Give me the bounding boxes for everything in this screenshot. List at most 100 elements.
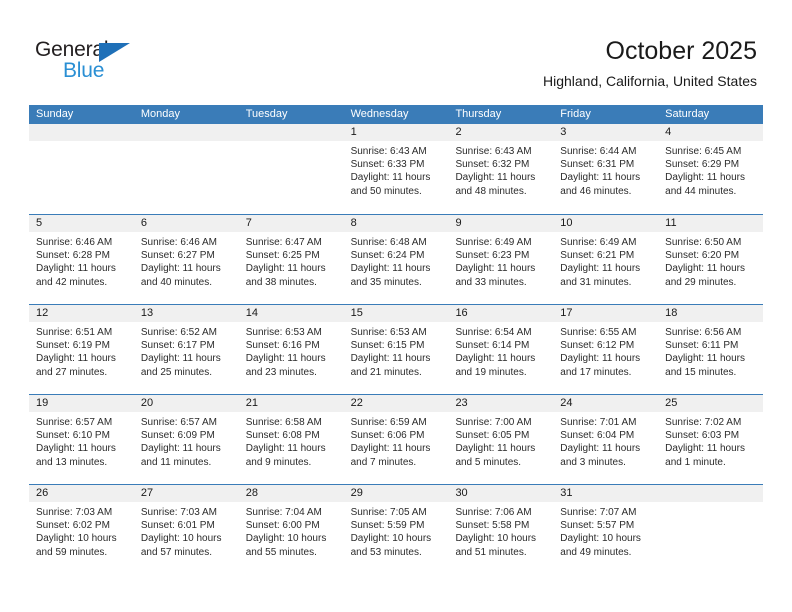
sunrise-text: Sunrise: 7:02 AM [665,417,742,428]
calendar-day-cell[interactable]: 27 Sunrise: 7:03 AM Sunset: 6:01 PM Dayligh… [134,485,239,574]
sunset-text: Sunset: 6:10 PM [36,430,110,442]
calendar-day-cell[interactable]: 6 Sunrise: 6:46 AM Sunset: 6:27 PM Daylight… [134,215,239,304]
daylight-text-line2: and 48 minutes. [455,185,527,197]
daylight-text-line2: and 59 minutes. [36,546,108,558]
calendar-day-cell[interactable]: 19 Sunrise: 6:57 AM Sunset: 6:10 PM Dayligh… [29,395,134,484]
sunset-text: Sunset: 6:21 PM [560,250,635,262]
calendar-day-cell[interactable]: 11 Sunrise: 6:50 AM Sunset: 6:20 PM Dayligh… [658,215,763,304]
sunset-text: Sunset: 6:03 PM [665,430,740,442]
day-details: Sunrise: 7:03 AM Sunset: 6:02 PM Daylight:… [36,506,134,559]
day-details: Sunrise: 6:43 AM Sunset: 6:32 PM Daylight:… [455,145,553,198]
sunrise-text: Sunrise: 7:06 AM [455,507,532,518]
sunset-text: Sunset: 6:27 PM [140,250,215,262]
calendar-day-cell[interactable]: 16 Sunrise: 6:54 AM Sunset: 6:14 PM Dayligh… [448,305,553,394]
sunrise-text: Sunrise: 7:05 AM [350,507,427,518]
day-number: 25 [665,397,678,409]
daylight-text-line1: Daylight: 11 hours [350,263,431,275]
brand-logo[interactable]: General Blue [35,38,175,86]
calendar-day-cell[interactable]: 18 Sunrise: 6:56 AM Sunset: 6:11 PM Dayligh… [658,305,763,394]
sunrise-text: Sunrise: 7:07 AM [560,507,637,518]
weekday-header-tuesday: Tuesday [245,108,288,120]
sunrise-text: Sunrise: 6:51 AM [36,327,113,338]
day-number: 27 [140,487,154,499]
sunrise-text: Sunrise: 6:57 AM [140,417,218,428]
sunset-text: Sunset: 6:09 PM [140,430,215,442]
calendar-day-cell[interactable]: 8 Sunrise: 6:48 AM Sunset: 6:24 PM Daylight… [344,215,449,304]
daylight-text-line1: Daylight: 11 hours [140,443,221,455]
calendar-day-cell[interactable]: 13 Sunrise: 6:52 AM Sunset: 6:17 PM Dayligh… [134,305,239,394]
title-block: October 2025 Highland, California, Unite… [543,36,757,90]
calendar-day-cell[interactable]: 23 Sunrise: 7:00 AM Sunset: 6:05 PM Dayligh… [448,395,553,484]
day-number: 5 [36,217,43,229]
calendar-day-cell[interactable]: 4 Sunrise: 6:45 AM Sunset: 6:29 PM Daylight… [658,124,763,214]
daylight-text-line2: and 40 minutes. [140,276,213,288]
daylight-text-line1: Daylight: 11 hours [140,353,221,365]
calendar-day-cell[interactable]: 9 Sunrise: 6:49 AM Sunset: 6:23 PM Daylight… [448,215,553,304]
day-details: Sunrise: 7:01 AM Sunset: 6:04 PM Daylight:… [560,416,658,469]
calendar-day-cell[interactable]: 26 Sunrise: 7:03 AM Sunset: 6:02 PM Dayligh… [29,485,134,574]
daylight-text-line1: Daylight: 11 hours [455,353,536,365]
calendar-week-cells: 5 Sunrise: 6:46 AM Sunset: 6:28 PM Daylight… [29,215,763,304]
calendar-day-cell[interactable]: 29 Sunrise: 7:05 AM Sunset: 5:59 PM Dayligh… [344,485,449,574]
calendar-day-cell[interactable]: 20 Sunrise: 6:57 AM Sunset: 6:09 PM Dayligh… [134,395,239,484]
day-details: Sunrise: 7:07 AM Sunset: 5:57 PM Daylight:… [560,506,658,559]
sunrise-text: Sunrise: 6:48 AM [350,237,427,248]
sunrise-text: Sunrise: 7:04 AM [245,507,322,518]
sunrise-text: Sunrise: 6:49 AM [560,237,637,248]
day-number: 13 [140,307,154,319]
calendar-day-cell[interactable]: 31 Sunrise: 7:07 AM Sunset: 5:57 PM Dayligh… [553,485,658,574]
calendar-week-row: 12 Sunrise: 6:51 AM Sunset: 6:19 PM Dayligh… [29,304,763,394]
daylight-text-line2: and 9 minutes. [245,456,312,468]
sunrise-text: Sunrise: 6:53 AM [245,327,322,338]
calendar-day-cell[interactable]: 10 Sunrise: 6:49 AM Sunset: 6:21 PM Dayligh… [553,215,658,304]
calendar-day-cell[interactable]: 30 Sunrise: 7:06 AM Sunset: 5:58 PM Dayligh… [448,485,553,574]
sunset-text: Sunset: 5:59 PM [350,520,425,532]
day-number: 28 [245,487,258,499]
daylight-text-line2: and 5 minutes. [455,456,522,468]
sunrise-text: Sunrise: 6:59 AM [350,417,427,428]
calendar-table: Sunday Monday Tuesday Wednesday Thursday… [29,105,763,574]
weekday-header-row: Sunday Monday Tuesday Wednesday Thursday… [29,105,763,124]
sunset-text: Sunset: 6:14 PM [455,340,530,352]
daylight-text-line1: Daylight: 11 hours [560,353,641,365]
daylight-text-line2: and 1 minute. [665,456,726,468]
calendar-day-cell[interactable]: 14 Sunrise: 6:53 AM Sunset: 6:16 PM Dayligh… [239,305,344,394]
calendar-day-cell[interactable]: 3 Sunrise: 6:44 AM Sunset: 6:31 PM Daylight… [553,124,658,214]
calendar-day-cell[interactable]: 22 Sunrise: 6:59 AM Sunset: 6:06 PM Dayligh… [344,395,449,484]
daylight-text-line1: Daylight: 11 hours [560,172,641,184]
daylight-text-line1: Daylight: 10 hours [140,533,222,545]
calendar-day-cell[interactable]: 21 Sunrise: 6:58 AM Sunset: 6:08 PM Dayligh… [239,395,344,484]
calendar-day-cell[interactable]: 17 Sunrise: 6:55 AM Sunset: 6:12 PM Dayligh… [553,305,658,394]
daylight-text-line1: Daylight: 10 hours [36,533,117,545]
calendar-day-cell[interactable]: 7 Sunrise: 6:47 AM Sunset: 6:25 PM Daylight… [239,215,344,304]
daylight-text-line2: and 50 minutes. [350,185,422,197]
calendar-day-cell[interactable]: 2 Sunrise: 6:43 AM Sunset: 6:32 PM Daylight… [448,124,553,214]
sunset-text: Sunset: 6:12 PM [560,340,635,352]
page-title: October 2025 [605,37,758,65]
calendar-day-cell-empty [658,485,763,574]
calendar-day-cell[interactable]: 24 Sunrise: 7:01 AM Sunset: 6:04 PM Dayligh… [553,395,658,484]
weekday-header-saturday: Saturday [665,108,710,120]
day-details: Sunrise: 6:49 AM Sunset: 6:21 PM Daylight:… [560,236,658,289]
day-number: 2 [455,126,462,138]
calendar-day-cell[interactable]: 1 Sunrise: 6:43 AM Sunset: 6:33 PM Daylight… [344,124,449,214]
calendar-day-cell[interactable]: 28 Sunrise: 7:04 AM Sunset: 6:00 PM Dayligh… [239,485,344,574]
daylight-text-line2: and 46 minutes. [560,185,632,197]
day-details: Sunrise: 6:46 AM Sunset: 6:28 PM Daylight:… [36,236,134,289]
calendar-day-cell[interactable]: 12 Sunrise: 6:51 AM Sunset: 6:19 PM Dayligh… [29,305,134,394]
calendar-day-cell[interactable]: 25 Sunrise: 7:02 AM Sunset: 6:03 PM Dayligh… [658,395,763,484]
daylight-text-line2: and 35 minutes. [350,276,422,288]
sunset-text: Sunset: 6:06 PM [350,430,425,442]
day-number: 11 [665,217,677,229]
daylight-text-line1: Daylight: 11 hours [36,353,116,365]
day-details: Sunrise: 6:45 AM Sunset: 6:29 PM Daylight:… [665,145,763,198]
sunrise-text: Sunrise: 6:55 AM [560,327,637,338]
day-number: 19 [36,397,49,409]
sunset-text: Sunset: 6:08 PM [245,430,320,442]
calendar-day-cell[interactable]: 15 Sunrise: 6:53 AM Sunset: 6:15 PM Dayligh… [344,305,449,394]
daylight-text-line2: and 15 minutes. [665,366,737,378]
calendar-day-cell[interactable]: 5 Sunrise: 6:46 AM Sunset: 6:28 PM Daylight… [29,215,134,304]
day-number: 1 [350,126,357,138]
weekday-header-friday: Friday [560,108,591,120]
calendar-week-row: 5 Sunrise: 6:46 AM Sunset: 6:28 PM Daylight… [29,214,763,304]
